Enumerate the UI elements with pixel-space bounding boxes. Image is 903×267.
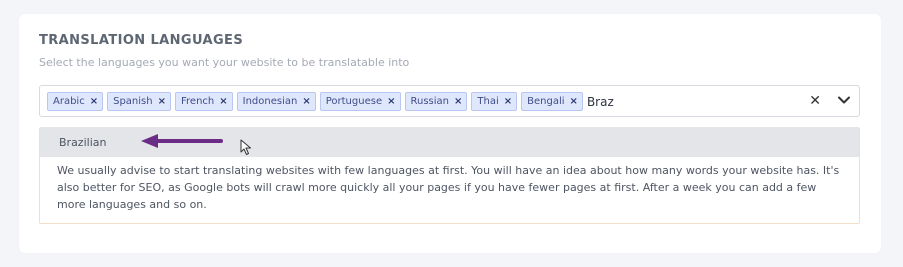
section-subtitle: Select the languages you want your websi… — [39, 56, 410, 69]
remove-tag-icon[interactable]: × — [90, 96, 98, 107]
selected-languages: Arabic × Spanish × French × Indonesian ×… — [47, 92, 614, 111]
language-multiselect[interactable]: Arabic × Spanish × French × Indonesian ×… — [39, 85, 860, 117]
remove-tag-icon[interactable]: × — [504, 96, 512, 107]
language-tag-indonesian: Indonesian × — [236, 92, 316, 111]
tag-label: Bengali — [527, 96, 565, 107]
remove-tag-icon[interactable]: × — [570, 96, 578, 107]
mouse-cursor-icon — [240, 139, 251, 155]
tag-label: Spanish — [113, 96, 153, 107]
language-search-input[interactable]: Braz — [587, 95, 614, 109]
dropdown-note: We usually advise to start translating w… — [57, 164, 840, 211]
language-tag-spanish: Spanish × — [107, 92, 171, 111]
remove-tag-icon[interactable]: × — [454, 96, 462, 107]
section-title: TRANSLATION LANGUAGES — [39, 33, 244, 48]
remove-tag-icon[interactable]: × — [302, 96, 310, 107]
arrow-left-icon — [141, 134, 223, 148]
language-tag-french: French × — [175, 92, 233, 111]
language-tag-arabic: Arabic × — [47, 92, 104, 111]
tag-label: Arabic — [53, 96, 85, 107]
remove-tag-icon[interactable]: × — [158, 96, 166, 107]
close-icon[interactable]: ✕ — [809, 92, 821, 110]
tag-label: Portuguese — [325, 96, 383, 107]
tag-label: Russian — [410, 96, 450, 107]
language-tag-bengali: Bengali × — [521, 92, 583, 111]
tag-label: Indonesian — [242, 96, 298, 107]
language-tag-portuguese: Portuguese × — [319, 92, 401, 111]
language-tag-thai: Thai × — [471, 92, 518, 111]
tag-label: French — [181, 96, 215, 107]
remove-tag-icon[interactable]: × — [387, 96, 395, 107]
language-tag-russian: Russian × — [404, 92, 468, 111]
tag-label: Thai — [477, 96, 499, 107]
chevron-down-icon[interactable] — [837, 93, 851, 107]
remove-tag-icon[interactable]: × — [219, 96, 227, 107]
